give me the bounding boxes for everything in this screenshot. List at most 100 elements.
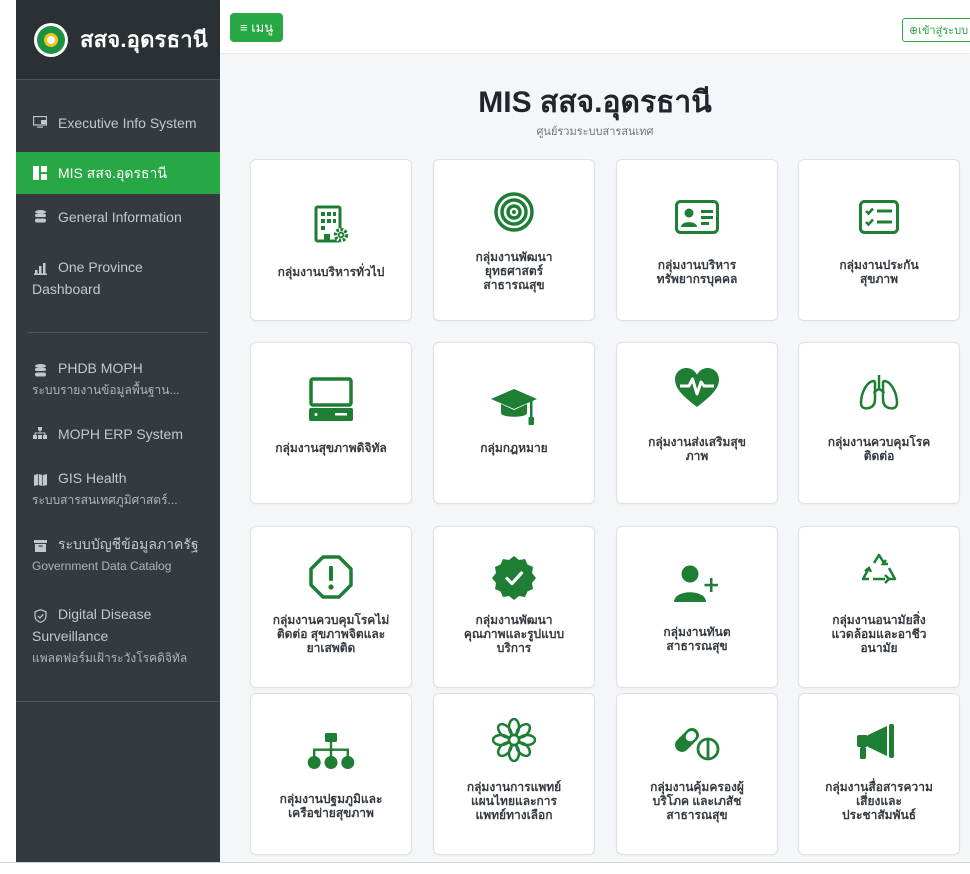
card-strategy-development[interactable]: กลุ่มงานพัฒนา ยุทธศาสตร์ สาธารณสุข bbox=[433, 159, 595, 321]
card-label-line: กลุ่มกฎหมาย bbox=[480, 441, 548, 455]
card-label-line: กลุ่มงานควบคุมโรค bbox=[827, 435, 931, 449]
map-icon bbox=[32, 471, 48, 489]
sidebar-item-label: Digital Disease bbox=[58, 606, 152, 622]
card-label-line: สาธารณสุข bbox=[666, 639, 728, 653]
card-ncd-mental-health[interactable]: กลุ่มงานควบคุมโรคไม่ ติดต่อ สุขภาพจิตและ… bbox=[250, 526, 412, 688]
card-health-insurance[interactable]: กลุ่มงานประกัน สุขภาพ bbox=[798, 159, 960, 321]
computer-icon bbox=[251, 377, 411, 423]
card-label-line: กลุ่มงานพัฒนา bbox=[475, 613, 553, 627]
flower-icon bbox=[434, 718, 594, 762]
card-label-line: ภาพ bbox=[685, 449, 709, 463]
sidebar-item-digital-disease[interactable]: Digital Disease Surveillance แพลตฟอร์มเฝ… bbox=[16, 595, 220, 677]
card-general-admin[interactable]: กลุ่มงานบริหารทั่วไป bbox=[250, 159, 412, 321]
bar-chart-icon bbox=[32, 260, 48, 278]
database-icon bbox=[32, 361, 48, 379]
graduation-cap-icon bbox=[434, 387, 594, 427]
lungs-icon bbox=[799, 373, 959, 411]
sidebar-item-sublabel: Government Data Catalog bbox=[32, 559, 172, 573]
target-icon bbox=[434, 192, 594, 232]
card-label-line: สาธารณสุข bbox=[666, 808, 728, 822]
card-label-line: บริโภค และเภสัช bbox=[652, 794, 742, 808]
sidebar-divider bbox=[28, 332, 208, 333]
sidebar-item-sublabel: ระบบสารสนเทศภูมิศาสตร์... bbox=[32, 493, 178, 507]
card-label-line: กลุ่มงานประกัน bbox=[839, 258, 919, 272]
sidebar-item-sublabel: แพลตฟอร์มเฝ้าระวังโรคดิจิทัล bbox=[32, 651, 188, 665]
card-label-line: เครือข่ายสุขภาพ bbox=[288, 806, 374, 820]
brand-logo bbox=[34, 22, 68, 57]
sidebar-item-label: ระบบบัญชีข้อมูลภาครัฐ bbox=[58, 536, 199, 552]
card-label-line: ติดต่อ bbox=[863, 449, 895, 463]
card-label-line: เสี่ยงและ bbox=[856, 794, 902, 808]
card-environmental-health[interactable]: กลุ่มงานอนามัยสิ่ง แวดล้อมและอาชีว อนามั… bbox=[798, 526, 960, 688]
card-digital-health[interactable]: กลุ่มงานสุขภาพดิจิทัล bbox=[250, 342, 412, 504]
sidebar-nav: Executive Info System MIS สสจ.อุดรธานี G… bbox=[16, 80, 220, 702]
card-label-line: ทรัพยากรบุคคล bbox=[656, 272, 738, 286]
card-label-line: บริการ bbox=[496, 641, 532, 655]
card-consumer-protection-pharmacy[interactable]: กลุ่มงานคุ้มครองผู้ บริโภค และเภสัช สาธา… bbox=[616, 693, 778, 855]
menu-toggle-button[interactable]: ≡ เมนู bbox=[230, 13, 284, 42]
shield-icon bbox=[32, 607, 48, 625]
sidebar: สสจ.อุดรธานี Executive Info System MIS ส… bbox=[16, 0, 220, 862]
card-label-line: กลุ่มงานปฐมภูมิและ bbox=[279, 792, 383, 806]
database-icon bbox=[32, 210, 48, 223]
card-label-line: กลุ่มงานบริหาร bbox=[657, 258, 737, 272]
card-label-line: อนามัย bbox=[860, 641, 898, 655]
card-label-line: กลุ่มงานสุขภาพดิจิทัล bbox=[275, 441, 387, 455]
sidebar-item-label-line2: Surveillance bbox=[32, 628, 109, 644]
sidebar-item-moph-erp[interactable]: MOPH ERP System bbox=[16, 415, 220, 453]
card-label-line: ประชาสัมพันธ์ bbox=[841, 808, 917, 822]
sidebar-item-label: Executive Info System bbox=[58, 115, 197, 131]
card-label-line: กลุ่มงานอนามัยสิ่ง bbox=[832, 613, 926, 627]
page-background bbox=[0, 0, 16, 874]
card-human-resources[interactable]: กลุ่มงานบริหาร ทรัพยากรบุคคล bbox=[616, 159, 778, 321]
card-thai-traditional-medicine[interactable]: กลุ่มงานการแพทย์ แผนไทยและการ แพทย์ทางเล… bbox=[433, 693, 595, 855]
card-health-promotion[interactable]: กลุ่มงานส่งเสริมสุข ภาพ bbox=[616, 342, 778, 504]
sidebar-item-label: General Information bbox=[58, 209, 182, 225]
card-label-line: สาธารณสุข bbox=[483, 278, 545, 292]
card-service-quality[interactable]: กลุ่มงานพัฒนา คุณภาพและรูปแบบ บริการ bbox=[433, 526, 595, 688]
sidebar-item-label: MIS สสจ.อุดรธานี bbox=[58, 165, 167, 181]
pills-icon bbox=[617, 722, 777, 762]
dashboard-icon bbox=[32, 166, 48, 180]
badge-check-icon bbox=[434, 555, 594, 601]
monitor-icon bbox=[32, 116, 48, 128]
checklist-icon bbox=[799, 200, 959, 234]
sidebar-item-phdb[interactable]: PHDB MOPH ระบบรายงานข้อมูลพื้นฐาน... bbox=[16, 349, 220, 409]
card-label-line: กลุ่มงานพัฒนา bbox=[475, 250, 553, 264]
brand-title: สสจ.อุดรธานี bbox=[80, 27, 208, 52]
archive-icon bbox=[32, 537, 48, 555]
sidebar-item-label: PHDB MOPH bbox=[58, 360, 143, 376]
sidebar-item-mis[interactable]: MIS สสจ.อุดรธานี bbox=[16, 152, 220, 194]
card-communicable-disease[interactable]: กลุ่มงานควบคุมโรค ติดต่อ bbox=[798, 342, 960, 504]
network-icon bbox=[251, 732, 411, 770]
sidebar-item-label: One Province bbox=[58, 259, 143, 275]
recycle-icon bbox=[799, 551, 959, 595]
card-legal[interactable]: กลุ่มกฎหมาย bbox=[433, 342, 595, 504]
card-primary-care-network[interactable]: กลุ่มงานปฐมภูมิและ เครือข่ายสุขภาพ bbox=[250, 693, 412, 855]
exclamation-octagon-icon bbox=[251, 555, 411, 599]
card-label-line: ยุทธศาสตร์ bbox=[484, 264, 544, 278]
card-risk-communication-pr[interactable]: กลุ่มงานสื่อสารความ เสี่ยงและ ประชาสัมพั… bbox=[798, 693, 960, 855]
card-label-line: กลุ่มงานการแพทย์ bbox=[466, 780, 562, 794]
page-subtitle: ศูนย์รวมระบบสารสนเทศ bbox=[536, 126, 654, 138]
page-title: MIS สสจ.อุดรธานี bbox=[478, 86, 712, 119]
sidebar-item-label: MOPH ERP System bbox=[58, 426, 183, 442]
sidebar-item-gis-health[interactable]: GIS Health ระบบสารสนเทศภูมิศาสตร์... bbox=[16, 459, 220, 519]
heartbeat-icon bbox=[617, 367, 777, 409]
sidebar-item-gov-data-catalog[interactable]: ระบบบัญชีข้อมูลภาครัฐ Government Data Ca… bbox=[16, 525, 220, 585]
building-gear-icon bbox=[251, 204, 411, 246]
login-button[interactable]: ⊕เข้าสู่ระบบ bbox=[902, 18, 970, 42]
sidebar-item-label: GIS Health bbox=[58, 470, 127, 486]
sidebar-item-one-province[interactable]: One Province Dashboard bbox=[16, 248, 220, 308]
card-label-line: กลุ่มงานทันต bbox=[663, 625, 731, 639]
sidebar-item-executive-info[interactable]: Executive Info System bbox=[16, 102, 220, 144]
window-bottom-edge bbox=[0, 862, 970, 874]
card-dental-health[interactable]: กลุ่มงานทันต สาธารณสุข bbox=[616, 526, 778, 688]
card-label-line: แพทย์ทางเลือก bbox=[475, 808, 553, 822]
brand-link[interactable]: สสจ.อุดรธานี bbox=[16, 0, 220, 80]
sidebar-item-general-info[interactable]: General Information bbox=[16, 198, 220, 236]
card-label-line: กลุ่มงานควบคุมโรคไม่ bbox=[272, 613, 390, 627]
main-content: MIS สสจ.อุดรธานี ศูนย์รวมระบบสารสนเทศ กล… bbox=[220, 55, 970, 862]
sidebar-item-label-line2: Dashboard bbox=[32, 281, 101, 297]
user-plus-icon bbox=[617, 565, 777, 603]
